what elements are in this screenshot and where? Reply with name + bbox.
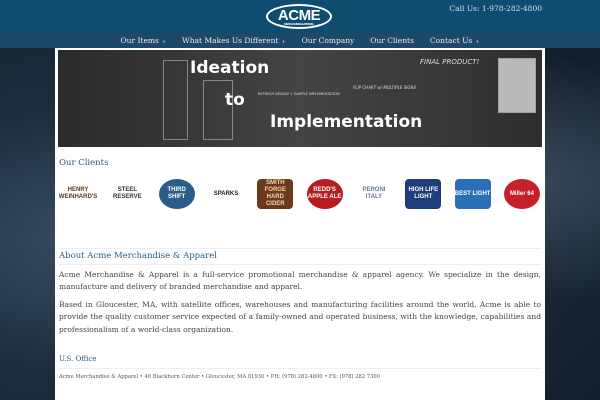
dropdown-caret-icon: + (475, 39, 480, 45)
banner-heading-ideation: Ideation (190, 58, 270, 78)
nav-label: Our Items (120, 36, 159, 45)
nav-our-clients[interactable]: Our Clients (370, 36, 414, 45)
nav-our-company[interactable]: Our Company (302, 36, 355, 45)
client-logo[interactable]: BEST LIGHT (454, 179, 491, 209)
client-logo[interactable]: HENRY WEINHARD'S (59, 179, 97, 209)
acme-logo[interactable]: ACME MERCHANDISE & APPAREL (266, 4, 332, 29)
client-logo[interactable]: Miller 64 (503, 179, 540, 209)
nav-what-makes-us-different[interactable]: What Makes Us Different + (182, 36, 286, 45)
nav-contact-us[interactable]: Contact Us + (430, 36, 480, 45)
divider (59, 264, 541, 265)
about-paragraph-2: Based in Gloucester, MA, with satellite … (59, 300, 541, 334)
banner-heading-to: to (225, 90, 245, 110)
site-header: ACME MERCHANDISE & APPAREL Call Us: 1-978… (0, 0, 600, 33)
dropdown-caret-icon: + (161, 39, 167, 45)
banner-note: REFRESH DESIGN + SAMPLE IMPLEMENTATION (258, 92, 340, 96)
banner-note: FINAL PRODUCT! (420, 58, 480, 66)
final-product-image (498, 58, 536, 113)
client-logos: HENRY WEINHARD'S STEEL RESERVE THIRD SHIFT… (59, 174, 540, 214)
client-logo[interactable]: REDD'S APPLE ALE (306, 179, 343, 209)
hero-banner: Ideation to Implementation FINAL PRODUCT… (58, 50, 542, 147)
clients-heading: Our Clients (59, 158, 109, 168)
main-content: Ideation to Implementation FINAL PRODUCT… (55, 48, 545, 400)
main-nav: Our Items + What Makes Us Different + Our … (0, 33, 600, 48)
logo-subtext: MERCHANDISE & APPAREL (284, 22, 314, 26)
sketch-shelf (163, 60, 188, 140)
client-logo[interactable]: PERONI ITALY (355, 179, 392, 209)
dropdown-caret-icon: + (281, 39, 286, 45)
nav-label: What Makes Us Different (182, 36, 279, 45)
office-heading: U.S. Office (59, 355, 97, 363)
about-heading: About Acme Merchandise & Apparel (59, 251, 217, 261)
client-logo[interactable]: HIGH LIFE LIGHT (405, 179, 442, 209)
nav-our-items[interactable]: Our Items + (121, 36, 167, 45)
divider (59, 368, 541, 369)
office-address: Acme Merchandise & Apparel • 46 Blackbur… (59, 374, 380, 380)
nav-label: Contact Us (429, 36, 473, 45)
client-logo[interactable]: SPARKS (207, 179, 244, 209)
client-logo[interactable]: STEEL RESERVE (109, 179, 146, 209)
divider (59, 248, 541, 249)
banner-note: FLIP CHART w/ MULTIPLE SIGNS (353, 85, 417, 90)
sketch-shelf (203, 80, 233, 140)
call-us-text[interactable]: Call Us: 1-978-282-4800 (449, 4, 542, 13)
about-paragraph-1: Acme Merchandise & Apparel is a full-ser… (59, 270, 541, 292)
client-logo[interactable]: SMITH FORGE HARD CIDER (257, 179, 294, 209)
client-logo[interactable]: THIRD SHIFT (158, 179, 195, 209)
banner-heading-implementation: Implementation (270, 112, 423, 132)
